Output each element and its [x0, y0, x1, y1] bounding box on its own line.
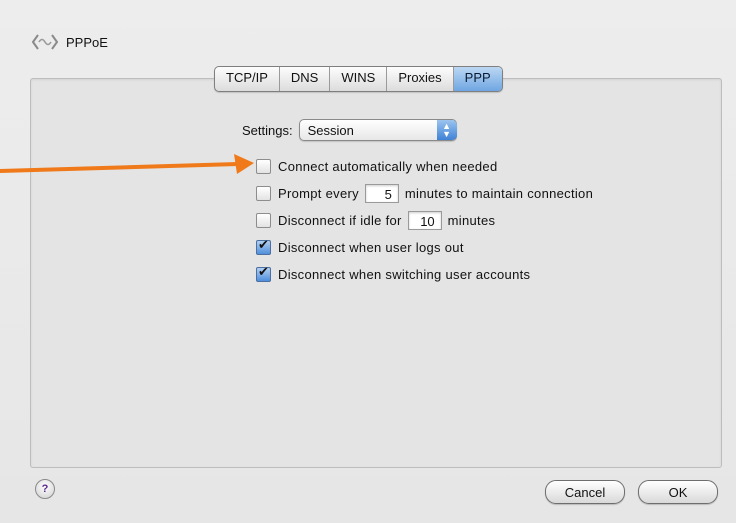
annotation-arrow-icon [0, 154, 254, 174]
option-connect-automatically: Connect automatically when needed [256, 156, 497, 176]
disconnect-switch-user-label: Disconnect when switching user accounts [278, 266, 531, 282]
settings-popup-value: Session [307, 122, 354, 138]
network-icon [32, 33, 58, 51]
ok-button[interactable]: OK [638, 480, 718, 504]
prompt-every-label: Prompt every [278, 185, 359, 201]
idle-minutes-field[interactable]: 10 [407, 210, 442, 230]
tab-dns[interactable]: DNS [280, 67, 331, 91]
disconnect-idle-suffix: minutes [447, 212, 496, 228]
settings-row: Settings: Session ▲ ▼ [242, 118, 457, 142]
help-button[interactable]: ? [35, 479, 55, 499]
tab-ppp[interactable]: PPP [453, 67, 502, 91]
checkmark-icon: ✔ [258, 263, 269, 279]
disconnect-idle-checkbox[interactable] [256, 212, 271, 228]
prompt-every-suffix: minutes to maintain connection [404, 185, 594, 201]
header: PPPoE [32, 30, 108, 54]
tab-wins[interactable]: WINS [330, 67, 388, 91]
connection-title: PPPoE [66, 34, 108, 50]
option-disconnect-switch-user: ✔ Disconnect when switching user account… [256, 264, 530, 284]
option-disconnect-idle: Disconnect if idle for 10 minutes [256, 210, 495, 230]
network-preferences-window: PPPoE TCP/IP DNS WINS Proxies PPP Settin… [0, 0, 736, 523]
connect-automatically-label: Connect automatically when needed [278, 158, 498, 174]
tab-proxies[interactable]: Proxies [387, 67, 454, 91]
help-icon: ? [41, 483, 49, 495]
tab-bar: TCP/IP DNS WINS Proxies PPP [214, 66, 503, 92]
option-disconnect-logout: ✔ Disconnect when user logs out [256, 237, 464, 257]
option-prompt-every: Prompt every 5 minutes to maintain conne… [256, 183, 593, 203]
settings-popup[interactable]: Session ▲ ▼ [298, 119, 457, 141]
popup-arrows-icon: ▲ ▼ [436, 120, 457, 140]
checkmark-icon: ✔ [258, 236, 269, 252]
tab-tcp-ip[interactable]: TCP/IP [215, 67, 280, 91]
disconnect-idle-label: Disconnect if idle for [278, 212, 402, 228]
prompt-minutes-field[interactable]: 5 [364, 183, 399, 203]
disconnect-switch-user-checkbox[interactable]: ✔ [256, 263, 271, 282]
disconnect-logout-checkbox[interactable]: ✔ [256, 236, 271, 255]
cancel-button[interactable]: Cancel [545, 480, 625, 504]
settings-label: Settings: [242, 122, 293, 138]
disconnect-logout-label: Disconnect when user logs out [278, 239, 464, 255]
